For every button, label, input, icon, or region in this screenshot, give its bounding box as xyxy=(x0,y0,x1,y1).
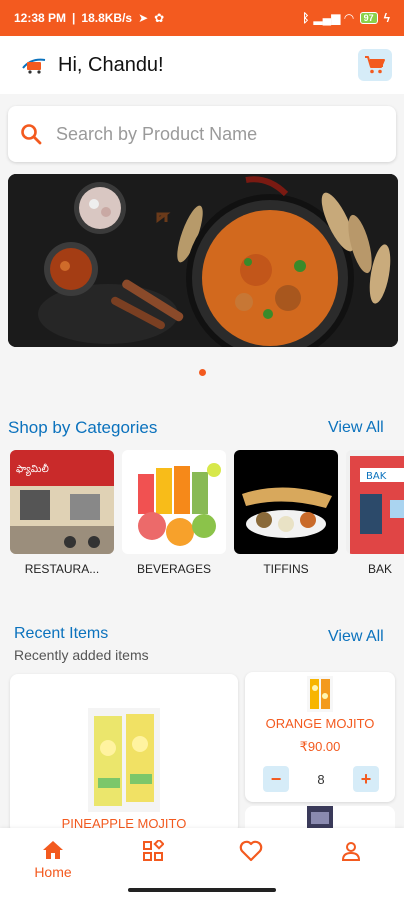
nav-categories[interactable] xyxy=(118,840,188,862)
nav-favorites[interactable] xyxy=(216,840,286,862)
search-input[interactable] xyxy=(56,123,376,145)
category-label: BAK xyxy=(368,562,393,576)
wifi-icon: ◠ xyxy=(344,11,354,25)
category-label: RESTAURA... xyxy=(24,562,100,576)
recent-items-subtitle: Recently added items xyxy=(14,647,149,663)
status-bar: 12:38 PM | 18.8KB/s ➤ ✿ ᛒ ▂▄▆ ◠ 97 ϟ xyxy=(0,0,404,36)
categories-icon xyxy=(143,840,164,861)
quantity-value: 8 xyxy=(317,771,325,787)
bluetooth-icon: ᛒ xyxy=(302,11,310,25)
pagination-dot-active[interactable] xyxy=(198,369,206,376)
category-item-restaurants[interactable]: ఫ్యామిలీ RESTAURA... xyxy=(10,450,114,576)
nav-home-label: Home xyxy=(34,864,72,880)
svg-text:ఫ్యామిలీ: ఫ్యామిలీ xyxy=(16,463,49,476)
greeting-text: Hi, Chandu! xyxy=(58,53,164,76)
signal-icon: ▂▄▆ xyxy=(313,11,341,25)
category-label: TIFFINS xyxy=(263,562,309,576)
category-item-tiffins[interactable]: TIFFINS xyxy=(234,450,338,576)
product-price: ₹90.00 xyxy=(299,739,341,754)
telegram-icon: ➤ xyxy=(138,11,149,25)
search-icon xyxy=(21,124,42,145)
quantity-stepper[interactable]: − 8 + xyxy=(263,766,379,792)
biryani-banner-image xyxy=(8,174,398,347)
cart-icon xyxy=(365,56,385,74)
nav-profile[interactable] xyxy=(316,840,386,862)
charging-icon: ϟ xyxy=(383,11,390,25)
home-icon xyxy=(43,841,63,859)
recent-items-view-all-link[interactable]: View All xyxy=(328,628,384,646)
settings-icon: ✿ xyxy=(154,11,165,25)
categories-title: Shop by Categories xyxy=(8,418,158,437)
battery-icon: 97 xyxy=(359,12,378,24)
search-bar[interactable] xyxy=(8,106,396,162)
bottom-navigation: Home xyxy=(0,828,404,900)
app-logo xyxy=(20,54,48,76)
status-speed: 18.8KB/s xyxy=(81,11,133,25)
category-image xyxy=(122,450,226,554)
product-card-pineapple-mojito[interactable]: PINEAPPLE MOJITO xyxy=(10,674,238,834)
categories-view-all-link[interactable]: View All xyxy=(328,419,384,437)
product-card-orange-mojito[interactable]: ORANGE MOJITO ₹90.00 − 8 + xyxy=(245,672,395,802)
category-label: BEVERAGES xyxy=(136,562,212,576)
increment-button[interactable]: + xyxy=(352,766,379,792)
status-time: 12:38 PM xyxy=(14,11,67,25)
categories-carousel[interactable]: ఫ్యామిలీ RESTAURA... BEVERAGES TIFFINS B… xyxy=(10,450,404,580)
product-image xyxy=(307,676,333,712)
cart-button[interactable] xyxy=(358,49,392,81)
product-image xyxy=(307,806,333,828)
category-image: ఫ్యామిలీ xyxy=(10,450,114,554)
recent-items-title: Recent Items xyxy=(14,625,109,642)
category-image xyxy=(234,450,338,554)
product-name: ORANGE MOJITO xyxy=(265,716,375,731)
app-header: Hi, Chandu! xyxy=(0,36,404,94)
category-item-beverages[interactable]: BEVERAGES xyxy=(122,450,226,576)
user-icon xyxy=(341,842,361,861)
decrement-button[interactable]: − xyxy=(263,766,289,792)
product-image xyxy=(88,708,160,812)
promo-banner[interactable] xyxy=(8,174,398,347)
category-image: BAK xyxy=(346,450,404,554)
category-item-bakery[interactable]: BAK BAK xyxy=(346,450,404,576)
banner-pagination xyxy=(0,369,404,376)
gesture-home-indicator[interactable] xyxy=(128,888,276,892)
svg-text:BAK: BAK xyxy=(366,471,387,482)
nav-home[interactable]: Home xyxy=(18,840,88,880)
heart-icon xyxy=(239,840,263,862)
